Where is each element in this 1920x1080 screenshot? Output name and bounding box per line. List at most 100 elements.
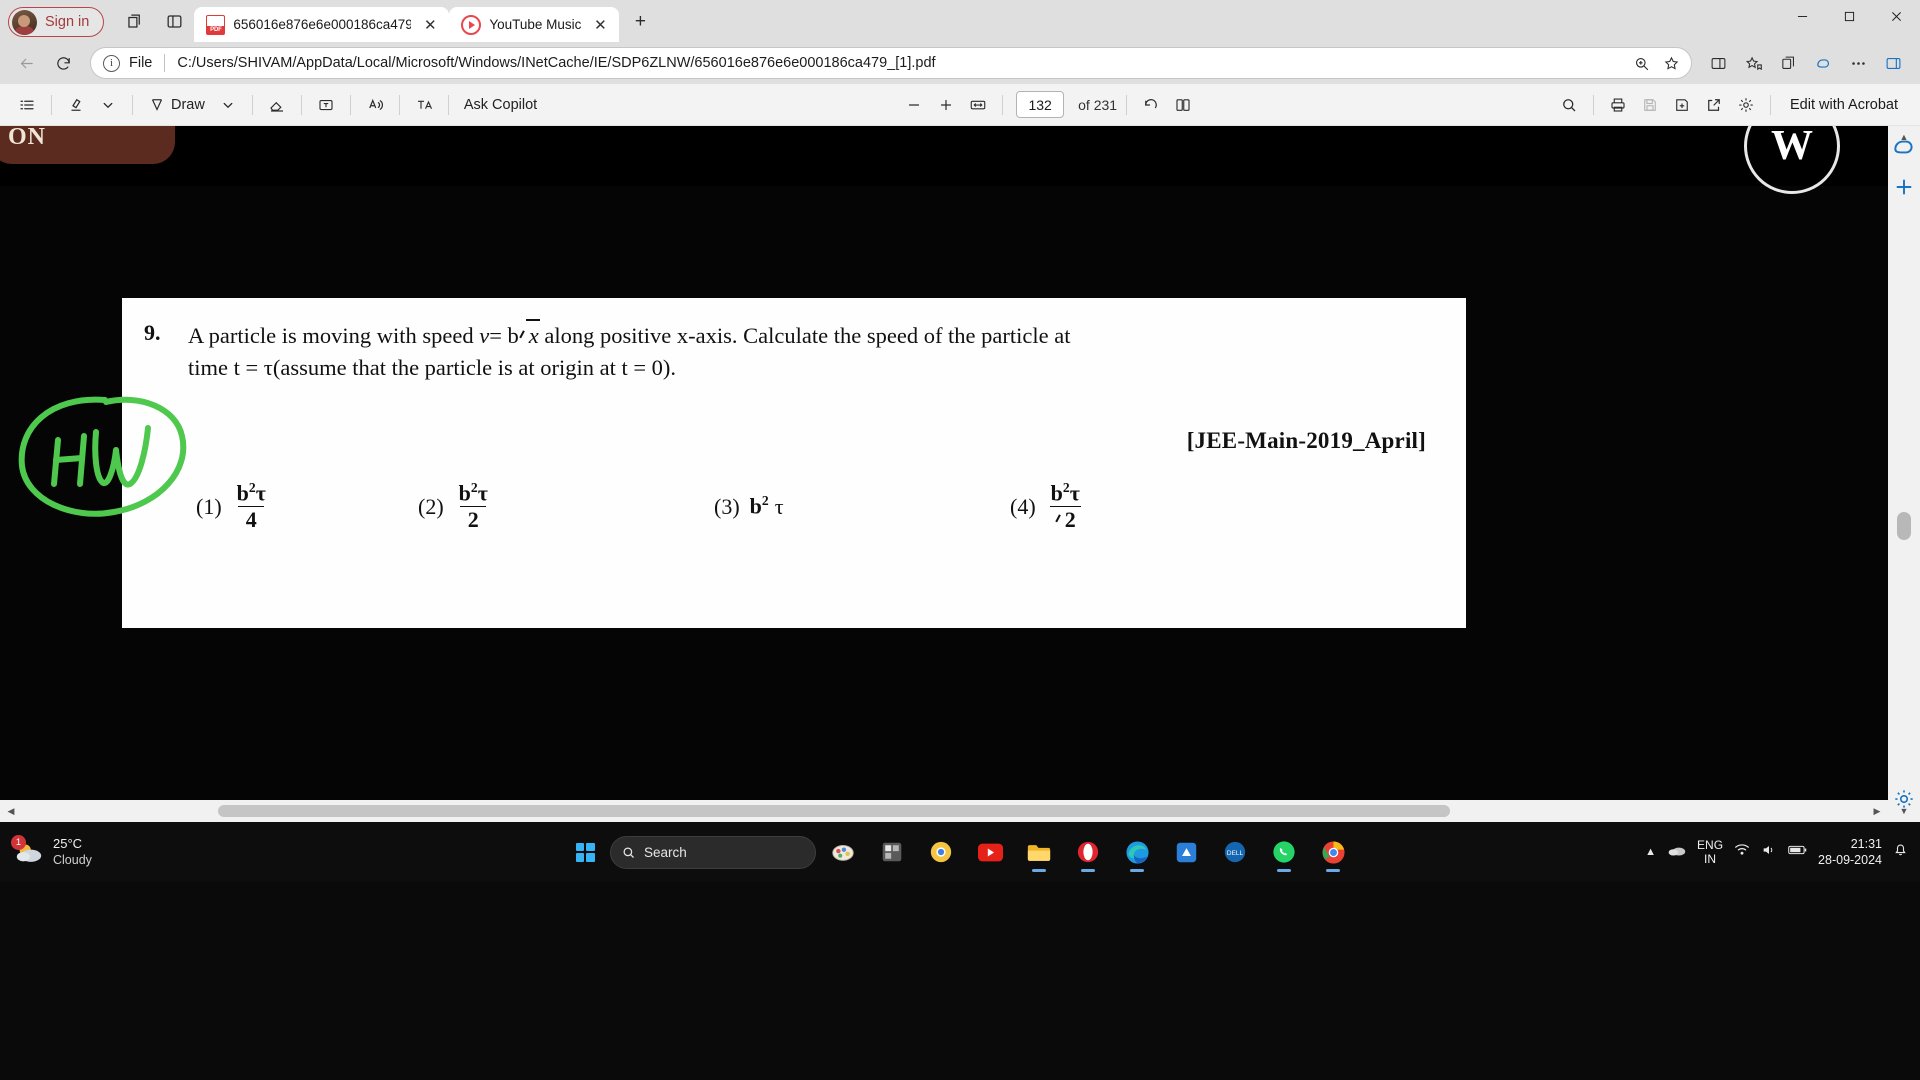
save-as-icon[interactable] [1667, 90, 1697, 120]
table-of-contents-icon[interactable] [12, 90, 42, 120]
copilot-button[interactable] [1807, 47, 1840, 80]
notification-badge: 1 [11, 835, 26, 850]
share-icon[interactable] [1699, 90, 1729, 120]
settings-gear-icon[interactable] [1731, 90, 1761, 120]
url-omnibox[interactable]: i File C:/Users/SHIVAM/AppData/Local/Mic… [90, 47, 1692, 79]
close-icon[interactable]: ✕ [589, 14, 611, 36]
add-side-icon[interactable] [1891, 174, 1917, 200]
zoom-in-button[interactable] [931, 90, 961, 120]
highlight-button[interactable] [61, 90, 91, 120]
draw-dropdown-icon[interactable] [213, 90, 243, 120]
weather-temperature: 25°C [53, 835, 83, 851]
save-icon[interactable] [1635, 90, 1665, 120]
sign-in-button[interactable]: Sign in [8, 7, 105, 37]
option-2[interactable]: (2) b2τ 2 [418, 480, 714, 533]
page-layout-icon[interactable] [1168, 90, 1198, 120]
weather-widget[interactable]: 1 25°C Cloudy [0, 835, 210, 869]
taskbar-app-file-explorer[interactable] [1017, 831, 1061, 873]
zoom-indicator-icon[interactable] [1627, 49, 1655, 77]
option-label: (4) [1010, 493, 1036, 519]
option-label: (1) [196, 493, 222, 519]
favorites-button[interactable] [1737, 47, 1770, 80]
draw-label: Draw [171, 96, 205, 113]
highlight-dropdown-icon[interactable] [93, 90, 123, 120]
sidebar-toggle-button[interactable] [1877, 47, 1910, 80]
close-icon[interactable]: ✕ [419, 14, 441, 36]
tab-label: 656016e876e6e000186ca479_[1].pdf [233, 17, 412, 32]
option-1[interactable]: (1) b2τ 4 [122, 480, 418, 533]
wifi-icon[interactable] [1734, 843, 1750, 861]
split-screen-button[interactable] [1702, 47, 1735, 80]
taskbar-app-chrome-canary[interactable] [919, 831, 963, 873]
taskbar-app-chrome[interactable] [1311, 831, 1355, 873]
back-button[interactable] [10, 47, 43, 80]
language-indicator[interactable]: ENG IN [1697, 838, 1723, 867]
search-input[interactable]: Search [610, 835, 816, 869]
expression-exponent: 2 [761, 493, 769, 509]
erase-icon[interactable] [262, 90, 292, 120]
split-screen-icon[interactable] [157, 4, 191, 38]
draw-button[interactable]: Draw [142, 90, 211, 120]
read-aloud-icon[interactable] [360, 90, 390, 120]
option-3[interactable]: (3) b2 τ [714, 480, 1010, 533]
close-icon[interactable] [1873, 0, 1920, 32]
info-circle-icon[interactable]: i [103, 54, 120, 72]
horizontal-scroll-track[interactable] [22, 800, 1866, 822]
divider [300, 94, 302, 115]
vertical-scroll-track[interactable] [1888, 148, 1920, 800]
onedrive-icon[interactable] [1667, 843, 1686, 862]
divider [1593, 94, 1594, 115]
taskbar-app-store[interactable] [1164, 831, 1208, 873]
tab-collections-icon[interactable] [117, 4, 151, 38]
add-text-icon[interactable] [311, 90, 341, 120]
expression-b: b [749, 493, 762, 519]
edit-with-acrobat-button[interactable]: Edit with Acrobat [1780, 90, 1908, 120]
answer-options: (1) b2τ 4 (2) b2τ 2 (3) b2 τ (4) b2τ 2 [122, 454, 1466, 533]
fraction-numerator: b2τ [454, 480, 493, 506]
maximize-icon[interactable] [1826, 0, 1873, 32]
taskbar-app-paint[interactable] [821, 831, 865, 873]
tab-pdf[interactable]: PDF 656016e876e6e000186ca479_[1].pdf ✕ [194, 7, 450, 42]
page-number-input[interactable]: 132 [1016, 91, 1065, 118]
taskbar-app-opera[interactable] [1066, 831, 1110, 873]
fit-to-width-icon[interactable] [963, 90, 993, 120]
taskbar-app-widgets[interactable] [870, 831, 914, 873]
copilot-side-icon[interactable] [1891, 134, 1917, 160]
reload-button[interactable] [47, 47, 80, 80]
taskbar-app-whatsapp[interactable] [1262, 831, 1306, 873]
rotate-icon[interactable] [1136, 90, 1166, 120]
collections-button[interactable] [1772, 47, 1805, 80]
taskbar-app-youtube[interactable] [968, 831, 1012, 873]
vertical-scroll-thumb[interactable] [1897, 512, 1911, 540]
notifications-bell-icon[interactable] [1893, 842, 1908, 862]
ask-copilot-button[interactable]: Ask Copilot [458, 90, 543, 120]
browser-essentials-button[interactable] [1842, 47, 1875, 80]
question-card: 9. A particle is moving with speed v= bx… [122, 298, 1466, 628]
fraction-numerator: b2τ [1046, 480, 1085, 506]
option-4[interactable]: (4) b2τ 2 [1010, 480, 1310, 533]
new-tab-button[interactable]: + [625, 7, 655, 37]
clock[interactable]: 21:31 28-09-2024 [1818, 836, 1882, 869]
favorite-star-icon[interactable] [1657, 49, 1685, 77]
horizontal-scroll-thumb[interactable] [218, 805, 1450, 817]
scroll-right-arrow-icon[interactable]: ▶ [1866, 800, 1888, 822]
option-label: (2) [418, 493, 444, 519]
print-icon[interactable] [1603, 90, 1633, 120]
taskbar-app-dell[interactable]: DELL [1213, 831, 1257, 873]
search-icon[interactable] [1554, 90, 1584, 120]
taskbar-app-edge[interactable] [1115, 831, 1159, 873]
minimize-icon[interactable] [1779, 0, 1826, 32]
battery-icon[interactable] [1788, 843, 1807, 861]
zoom-out-button[interactable] [899, 90, 929, 120]
tab-youtube-music[interactable]: YouTube Music ✕ [449, 7, 620, 42]
volume-icon[interactable] [1761, 843, 1777, 862]
chevron-up-icon[interactable]: ▲ [1645, 846, 1656, 858]
scroll-left-arrow-icon[interactable]: ◀ [0, 800, 22, 822]
start-button[interactable] [565, 832, 605, 872]
fraction-numerator: b2τ [232, 480, 271, 506]
system-tray: ▲ ENG IN 21:31 28-09-2024 [1645, 836, 1920, 869]
vertical-scrollbar[interactable]: ▲ ▼ [1888, 126, 1920, 822]
translate-icon[interactable] [409, 90, 439, 120]
settings-side-icon[interactable] [1891, 786, 1917, 812]
horizontal-scrollbar[interactable]: ◀ ▶ [0, 800, 1888, 822]
